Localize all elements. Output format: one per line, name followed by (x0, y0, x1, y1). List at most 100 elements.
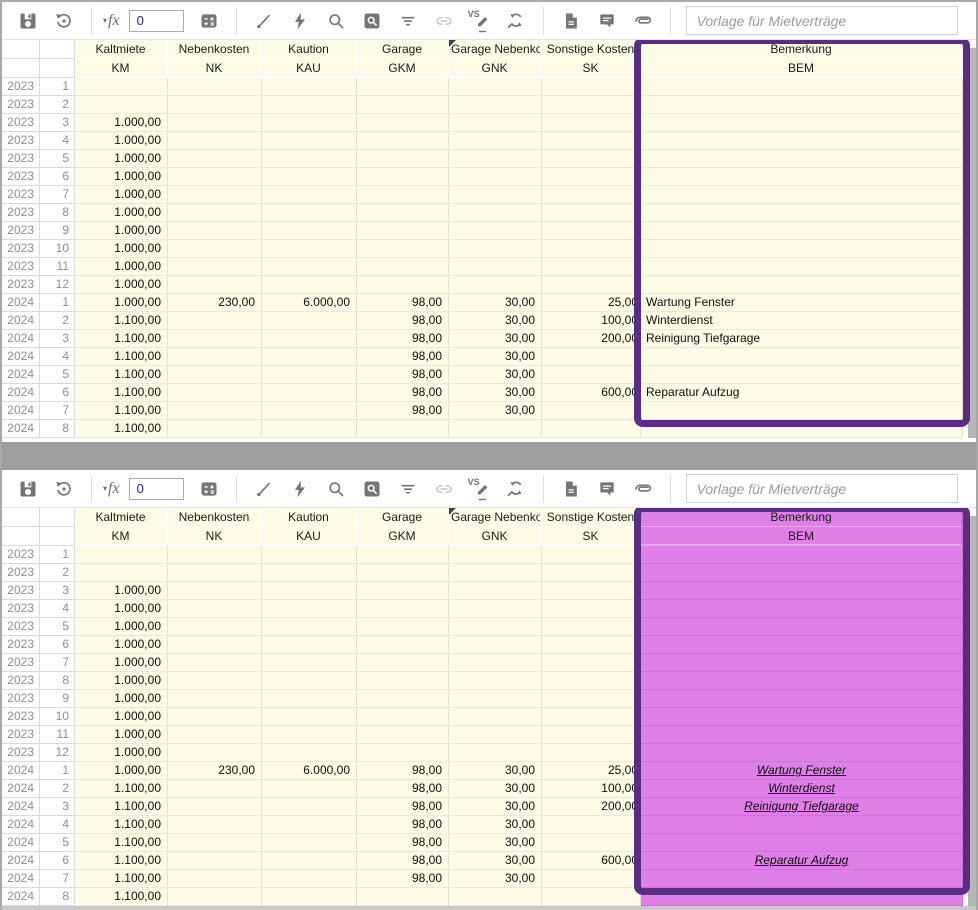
cell-bem[interactable] (641, 150, 963, 168)
cell-kau[interactable] (262, 564, 357, 582)
column-code-gnk[interactable]: GNK (449, 527, 542, 546)
cell-nk[interactable] (168, 366, 262, 384)
cell-sk[interactable]: 600,00 (542, 384, 641, 402)
cell-nk[interactable] (168, 276, 262, 294)
row-header-year[interactable]: 2023 (2, 744, 40, 762)
cell-gkm[interactable] (357, 618, 449, 636)
column-title-bem[interactable]: Bemerkung (641, 40, 963, 59)
cell-gkm[interactable]: 98,00 (357, 762, 449, 780)
row-header-month[interactable]: 3 (40, 798, 75, 816)
cell-bem[interactable] (641, 816, 963, 834)
row-header-month[interactable]: 12 (40, 276, 75, 294)
cell-nk[interactable] (168, 852, 262, 870)
cell-nk[interactable] (168, 780, 262, 798)
cell-gnk[interactable] (449, 636, 542, 654)
vs-edit-button[interactable]: VS (467, 476, 493, 502)
cell-nk[interactable] (168, 78, 262, 96)
cell-nk[interactable] (168, 150, 262, 168)
column-title-km[interactable]: Kaltmiete (75, 40, 168, 59)
cell-km[interactable]: 1.000,00 (75, 654, 168, 672)
cell-gnk[interactable]: 30,00 (449, 330, 542, 348)
cell-km[interactable]: 1.100,00 (75, 870, 168, 888)
cell-sk[interactable] (542, 186, 641, 204)
cell-kau[interactable] (262, 402, 357, 420)
cell-bem[interactable]: Reinigung Tiefgarage (641, 330, 963, 348)
cell-kau[interactable] (262, 852, 357, 870)
row-header-year[interactable]: 2024 (2, 888, 40, 906)
cell-value-input[interactable] (129, 478, 184, 500)
cell-nk[interactable] (168, 798, 262, 816)
column-title-gnk[interactable]: Garage Nebenkosten (449, 40, 542, 59)
cell-km[interactable]: 1.100,00 (75, 816, 168, 834)
cell-bem[interactable] (641, 132, 963, 150)
cell-bem[interactable] (641, 240, 963, 258)
search-button[interactable] (323, 8, 349, 34)
cell-sk[interactable] (542, 600, 641, 618)
cell-gkm[interactable] (357, 690, 449, 708)
cell-kau[interactable] (262, 600, 357, 618)
cell-km[interactable]: 1.100,00 (75, 312, 168, 330)
cell-nk[interactable]: 230,00 (168, 762, 262, 780)
column-title-km[interactable]: Kaltmiete (75, 508, 168, 527)
cell-sk[interactable]: 200,00 (542, 330, 641, 348)
cell-gnk[interactable] (449, 618, 542, 636)
cell-bem[interactable] (641, 834, 963, 852)
cell-bem[interactable]: Winterdienst (641, 780, 963, 798)
cell-sk[interactable] (542, 78, 641, 96)
filter-button[interactable] (395, 476, 421, 502)
cell-gnk[interactable] (449, 564, 542, 582)
row-header-month[interactable]: 5 (40, 618, 75, 636)
cell-bem[interactable]: Reinigung Tiefgarage (641, 798, 963, 816)
cell-nk[interactable] (168, 348, 262, 366)
comment-button[interactable] (594, 8, 620, 34)
cell-kau[interactable] (262, 708, 357, 726)
cell-gnk[interactable] (449, 222, 542, 240)
cell-gnk[interactable]: 30,00 (449, 294, 542, 312)
cell-km[interactable]: 1.000,00 (75, 708, 168, 726)
row-header-month[interactable]: 9 (40, 690, 75, 708)
search-in-cell-button[interactable] (359, 476, 385, 502)
paperclip-button[interactable] (630, 8, 656, 34)
row-header-month[interactable]: 2 (40, 312, 75, 330)
cell-km[interactable]: 1.000,00 (75, 636, 168, 654)
cell-km[interactable]: 1.000,00 (75, 258, 168, 276)
row-header-month[interactable]: 4 (40, 816, 75, 834)
cell-nk[interactable] (168, 744, 262, 762)
column-code-bem[interactable]: BEM (641, 59, 963, 78)
cell-nk[interactable] (168, 96, 262, 114)
row-header-month[interactable]: 6 (40, 852, 75, 870)
column-code-km[interactable]: KM (75, 527, 168, 546)
cell-km[interactable]: 1.100,00 (75, 888, 168, 906)
cell-km[interactable] (75, 564, 168, 582)
cell-gkm[interactable] (357, 654, 449, 672)
row-header-month[interactable]: 8 (40, 204, 75, 222)
cell-sk[interactable] (542, 564, 641, 582)
cell-gkm[interactable] (357, 420, 449, 438)
cell-sk[interactable] (542, 672, 641, 690)
cell-nk[interactable] (168, 240, 262, 258)
row-header-month[interactable]: 5 (40, 150, 75, 168)
cell-sk[interactable] (542, 834, 641, 852)
calculator-button[interactable] (196, 476, 222, 502)
row-header-year[interactable]: 2023 (2, 600, 40, 618)
cell-nk[interactable] (168, 114, 262, 132)
cell-km[interactable] (75, 78, 168, 96)
cell-km[interactable]: 1.000,00 (75, 150, 168, 168)
cell-sk[interactable] (542, 618, 641, 636)
column-code-sk[interactable]: SK (542, 59, 641, 78)
cell-kau[interactable] (262, 618, 357, 636)
cell-km[interactable]: 1.100,00 (75, 402, 168, 420)
cell-bem[interactable] (641, 204, 963, 222)
cell-gkm[interactable] (357, 186, 449, 204)
cell-km[interactable]: 1.100,00 (75, 348, 168, 366)
document-button[interactable] (558, 8, 584, 34)
cell-gnk[interactable] (449, 168, 542, 186)
search-refresh-button[interactable] (503, 8, 529, 34)
cell-sk[interactable] (542, 366, 641, 384)
cell-gkm[interactable] (357, 708, 449, 726)
cell-gkm[interactable] (357, 672, 449, 690)
cell-bem[interactable] (641, 726, 963, 744)
row-header-month[interactable]: 1 (40, 762, 75, 780)
cell-km[interactable]: 1.000,00 (75, 744, 168, 762)
cell-gkm[interactable] (357, 78, 449, 96)
